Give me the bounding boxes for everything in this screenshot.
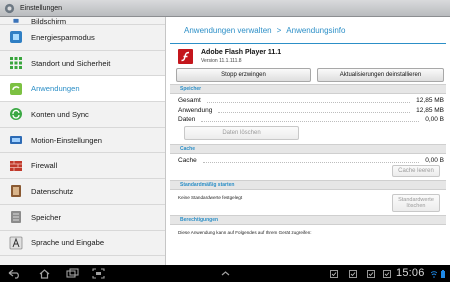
storage-icon: [11, 211, 21, 224]
breadcrumb-parent[interactable]: Anwendungen verwalten: [184, 26, 272, 35]
wifi-icon: [431, 271, 437, 278]
clear-cache-button[interactable]: Cache leeren: [392, 165, 440, 177]
cache-row: Cache 0,00 B: [166, 156, 450, 166]
title-bar: Einstellungen: [0, 0, 450, 17]
storage-row-data: Daten 0,00 B: [166, 115, 450, 125]
settings-app-icon[interactable]: [4, 3, 15, 14]
sidebar-item-label: Konten und Sync: [31, 109, 89, 119]
force-stop-button[interactable]: Stopp erzwingen: [176, 68, 311, 82]
app-name: Adobe Flash Player 11.1: [201, 49, 282, 56]
motion-icon: [10, 136, 22, 145]
sidebar-item-label: Anwendungen: [31, 84, 80, 94]
privacy-icon: [11, 185, 21, 198]
sidebar-item-display[interactable]: Bildschirm: [0, 17, 165, 26]
clear-data-button[interactable]: Daten löschen: [184, 125, 299, 140]
sync-icon: [10, 108, 22, 121]
sidebar-item-power-saving[interactable]: Energiesparmodus: [0, 25, 165, 51]
storage-data-value: 0,00 B: [425, 116, 444, 124]
storage-data-label: Daten: [178, 116, 196, 124]
sidebar-item-label: Standort und Sicherheit: [31, 58, 111, 68]
sidebar-item-privacy[interactable]: Datenschutz: [0, 179, 165, 205]
breadcrumb: Anwendungen verwalten > Anwendungsinfo: [170, 17, 446, 44]
dotted-leader: [202, 161, 420, 163]
dotted-leader: [218, 111, 411, 113]
breadcrumb-separator: >: [276, 25, 282, 35]
sidebar-item-language-input[interactable]: Sprache und Eingabe: [0, 231, 165, 257]
window-title: Einstellungen: [20, 4, 63, 12]
cache-label: Cache: [178, 156, 197, 164]
notification-download-icon[interactable]: [330, 270, 338, 278]
system-bar: 15:06: [0, 265, 450, 282]
defaults-section-header: Standardmäßig starten: [170, 180, 446, 190]
notification-install-icon[interactable]: [383, 270, 391, 278]
storage-row-application: Anwendung 12,85 MB: [166, 106, 450, 116]
sidebar-item-label: Energiesparmodus: [31, 32, 95, 42]
sidebar-item-accounts-sync[interactable]: Konten und Sync: [0, 102, 165, 128]
display-icon: [13, 18, 19, 23]
power-saving-icon: [10, 31, 22, 44]
battery-icon: [441, 270, 445, 278]
cache-value: 0,00 B: [425, 156, 444, 164]
sidebar-item-label: Speicher: [31, 212, 61, 222]
storage-application-value: 12,85 MB: [416, 106, 444, 114]
storage-application-label: Anwendung: [178, 106, 213, 114]
uninstall-updates-button[interactable]: Aktualisierungen deinstallieren: [317, 68, 444, 82]
sidebar-item-label: Motion-Einstellungen: [31, 135, 102, 145]
clear-defaults-button[interactable]: Standardwerte löschen: [392, 194, 440, 212]
app-action-buttons: Stopp erzwingen Aktualisierungen deinsta…: [166, 66, 450, 84]
sidebar-item-firewall[interactable]: Firewall: [0, 153, 165, 180]
permissions-section-header: Berechtigungen: [170, 215, 446, 225]
firewall-icon: [10, 160, 22, 171]
sidebar-item-location-security[interactable]: Standort und Sicherheit: [0, 51, 165, 77]
flash-player-icon: [178, 49, 193, 64]
notification-update-icon[interactable]: [367, 270, 375, 278]
recent-apps-icon[interactable]: [66, 268, 79, 279]
storage-total-value: 12,85 MB: [416, 97, 444, 105]
defaults-description: Keine Standardwerte festgelegt: [178, 194, 243, 200]
screenshot-icon[interactable]: [92, 268, 105, 279]
sidebar-item-label: Sprache und Eingabe: [31, 238, 105, 248]
dotted-leader: [206, 102, 411, 104]
sidebar-item-label: Firewall: [31, 161, 58, 171]
settings-sidebar: Bildschirm Energiesparmodus Standort und…: [0, 17, 165, 265]
app-info-pane: Anwendungen verwalten > Anwendungsinfo A…: [166, 17, 450, 265]
status-clock[interactable]: 15:06: [396, 267, 425, 279]
sidebar-item-storage[interactable]: Speicher: [0, 205, 165, 231]
language-icon: [9, 236, 23, 250]
location-security-icon: [10, 57, 22, 70]
applications-icon: [10, 82, 22, 95]
permissions-description: Diese Anwendung kann auf Folgendes auf I…: [178, 229, 312, 235]
cache-section-header: Cache: [170, 143, 446, 154]
sidebar-item-motion[interactable]: Motion-Einstellungen: [0, 128, 165, 154]
sidebar-item-applications[interactable]: Anwendungen: [0, 76, 165, 103]
sidebar-item-label: Datenschutz: [31, 186, 74, 196]
app-version: Version 11.1.111.8: [201, 58, 242, 64]
chevron-up-icon[interactable]: [219, 268, 232, 279]
dotted-leader: [201, 121, 420, 123]
back-icon[interactable]: [8, 268, 21, 279]
notification-check-icon[interactable]: [349, 270, 357, 278]
storage-row-total: Gesamt 12,85 MB: [166, 96, 450, 106]
storage-section-header: Speicher: [170, 84, 446, 94]
app-header: Adobe Flash Player 11.1 Version 11.1.111…: [166, 44, 450, 66]
storage-total-label: Gesamt: [178, 97, 201, 105]
breadcrumb-current: Anwendungsinfo: [286, 25, 346, 35]
home-icon[interactable]: [38, 268, 51, 279]
